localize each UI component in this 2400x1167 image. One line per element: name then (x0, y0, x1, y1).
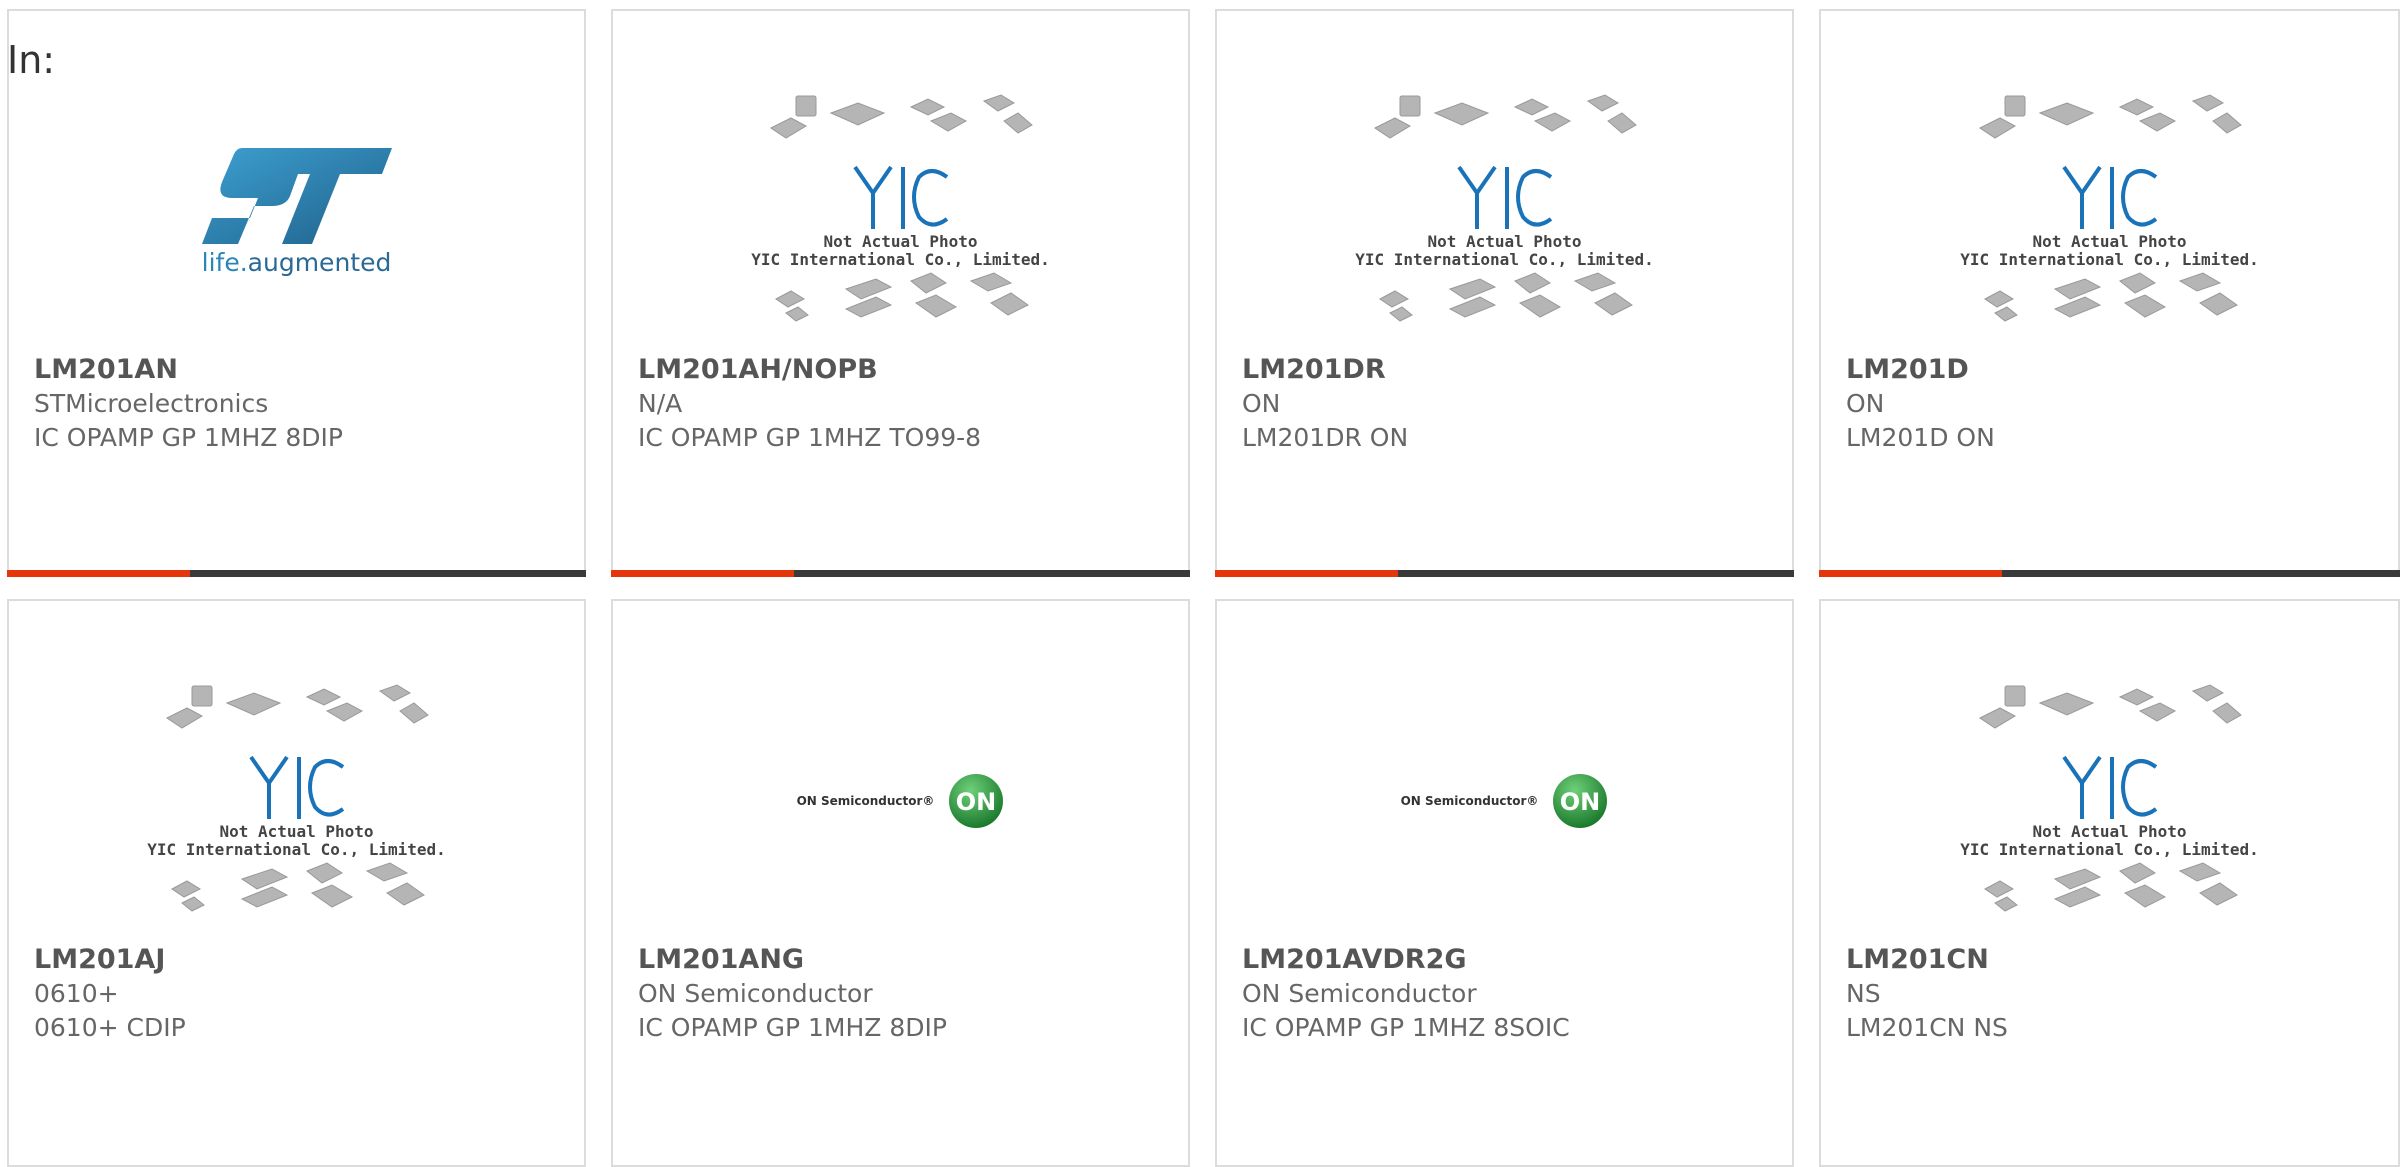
component-packages-top-icon (1978, 94, 2242, 139)
card-accent-bar (1819, 570, 2400, 577)
filter-label: In: (7, 38, 56, 82)
product-image: Not Actual Photo YIC International Co., … (613, 61, 1188, 361)
component-packages-bottom-icon (1983, 862, 2238, 912)
manufacturer: ON Semiconductor (638, 979, 873, 1008)
yic-logo-icon (852, 165, 948, 229)
caption-line-1: Not Actual Photo (1427, 232, 1582, 251)
on-badge-icon: ON (1553, 774, 1608, 828)
component-packages-bottom-icon (170, 862, 425, 912)
product-image: life.augmented (9, 61, 584, 361)
component-packages-bottom-icon (1983, 272, 2238, 322)
product-card-lm201cn[interactable]: Not Actual Photo YIC International Co., … (1819, 599, 2400, 1167)
component-packages-top-icon (1978, 684, 2242, 729)
yic-logo-icon (1456, 165, 1552, 229)
yic-logo-icon (2061, 165, 2157, 229)
caption-line-1: Not Actual Photo (2032, 232, 2187, 251)
product-card-lm201dr[interactable]: Not Actual Photo YIC International Co., … (1215, 9, 1794, 577)
part-number[interactable]: LM201AN (34, 353, 574, 387)
st-tagline-a: life. (201, 247, 248, 277)
caption-line-2: YIC International Co., Limited. (147, 840, 446, 859)
st-logo: life.augmented (201, 146, 392, 277)
part-number[interactable]: LM201AH/NOPB (638, 353, 1178, 387)
st-logo-mark-icon (201, 147, 392, 244)
product-image: Not Actual Photo YIC International Co., … (1217, 61, 1792, 361)
product-card-lm201d[interactable]: Not Actual Photo YIC International Co., … (1819, 9, 2400, 577)
on-badge-text: ON (1560, 788, 1601, 816)
part-number[interactable]: LM201DR (1242, 353, 1782, 387)
product-image: Not Actual Photo YIC International Co., … (9, 651, 584, 951)
yic-placeholder: Not Actual Photo YIC International Co., … (1960, 683, 2259, 919)
description: IC OPAMP GP 1MHZ 8DIP (638, 1013, 947, 1042)
caption-line-2: YIC International Co., Limited. (1960, 250, 2259, 269)
manufacturer: ON (1846, 389, 1885, 418)
on-wordmark: ON Semiconductor® (796, 794, 935, 808)
caption-line-1: Not Actual Photo (823, 232, 978, 251)
manufacturer: ON Semiconductor (1242, 979, 1477, 1008)
placeholder-caption: Not Actual Photo YIC International Co., … (1355, 233, 1654, 269)
placeholder-caption: Not Actual Photo YIC International Co., … (1960, 233, 2259, 269)
product-card-lm201ah-nopb[interactable]: Not Actual Photo YIC International Co., … (611, 9, 1190, 577)
card-accent-bar (7, 570, 586, 577)
description: IC OPAMP GP 1MHZ 8SOIC (1242, 1013, 1570, 1042)
product-card-lm201ang[interactable]: ON Semiconductor® ON LM201ANG ON Semicon… (611, 599, 1190, 1167)
yic-placeholder: Not Actual Photo YIC International Co., … (1355, 93, 1654, 329)
part-number[interactable]: LM201CN (1846, 943, 2388, 977)
product-image: Not Actual Photo YIC International Co., … (1821, 61, 2398, 361)
description: IC OPAMP GP 1MHZ TO99-8 (638, 423, 982, 452)
part-number[interactable]: LM201ANG (638, 943, 1178, 977)
description: LM201CN NS (1846, 1013, 2008, 1042)
product-grid: life.augmented LM201AN STMicroelectronic… (0, 0, 2400, 1167)
caption-line-2: YIC International Co., Limited. (1960, 840, 2259, 859)
part-number[interactable]: LM201AVDR2G (1242, 943, 1782, 977)
component-packages-bottom-icon (1378, 272, 1633, 322)
caption-line-1: Not Actual Photo (2032, 822, 2187, 841)
manufacturer: N/A (638, 389, 683, 418)
on-semiconductor-logo: ON Semiconductor® ON (797, 773, 1005, 829)
yic-logo-icon (2061, 755, 2157, 819)
description: LM201DR ON (1242, 423, 1409, 452)
product-image: Not Actual Photo YIC International Co., … (1821, 651, 2398, 951)
product-image: ON Semiconductor® ON (1217, 651, 1792, 951)
component-packages-top-icon (1373, 94, 1637, 139)
yic-logo-icon (248, 755, 344, 819)
yic-placeholder: Not Actual Photo YIC International Co., … (147, 683, 446, 919)
caption-line-1: Not Actual Photo (219, 822, 374, 841)
on-wordmark: ON Semiconductor® (1400, 794, 1539, 808)
description: 0610+ CDIP (34, 1013, 186, 1042)
card-accent-bar (1215, 570, 1794, 577)
yic-placeholder: Not Actual Photo YIC International Co., … (1960, 93, 2259, 329)
manufacturer: NS (1846, 979, 1881, 1008)
placeholder-caption: Not Actual Photo YIC International Co., … (1960, 823, 2259, 859)
description: IC OPAMP GP 1MHZ 8DIP (34, 423, 343, 452)
st-tagline-b: augmented (247, 247, 392, 277)
component-packages-top-icon (769, 94, 1033, 139)
manufacturer: STMicroelectronics (34, 389, 269, 418)
product-card-lm201avdr2g[interactable]: ON Semiconductor® ON LM201AVDR2G ON Semi… (1215, 599, 1794, 1167)
product-card-lm201aj[interactable]: Not Actual Photo YIC International Co., … (7, 599, 586, 1167)
part-number[interactable]: LM201D (1846, 353, 2388, 387)
manufacturer: 0610+ (34, 979, 119, 1008)
component-packages-bottom-icon (774, 272, 1029, 322)
part-number[interactable]: LM201AJ (34, 943, 574, 977)
description: LM201D ON (1846, 423, 1995, 452)
placeholder-caption: Not Actual Photo YIC International Co., … (751, 233, 1050, 269)
card-accent-bar (611, 570, 1190, 577)
product-card-lm201an[interactable]: life.augmented LM201AN STMicroelectronic… (7, 9, 586, 577)
caption-line-2: YIC International Co., Limited. (751, 250, 1050, 269)
placeholder-caption: Not Actual Photo YIC International Co., … (147, 823, 446, 859)
yic-placeholder: Not Actual Photo YIC International Co., … (751, 93, 1050, 329)
on-badge-icon: ON (949, 774, 1004, 828)
on-badge-text: ON (956, 788, 997, 816)
component-packages-top-icon (165, 684, 429, 729)
product-image: ON Semiconductor® ON (613, 651, 1188, 951)
caption-line-2: YIC International Co., Limited. (1355, 250, 1654, 269)
manufacturer: ON (1242, 389, 1281, 418)
on-semiconductor-logo: ON Semiconductor® ON (1401, 773, 1609, 829)
